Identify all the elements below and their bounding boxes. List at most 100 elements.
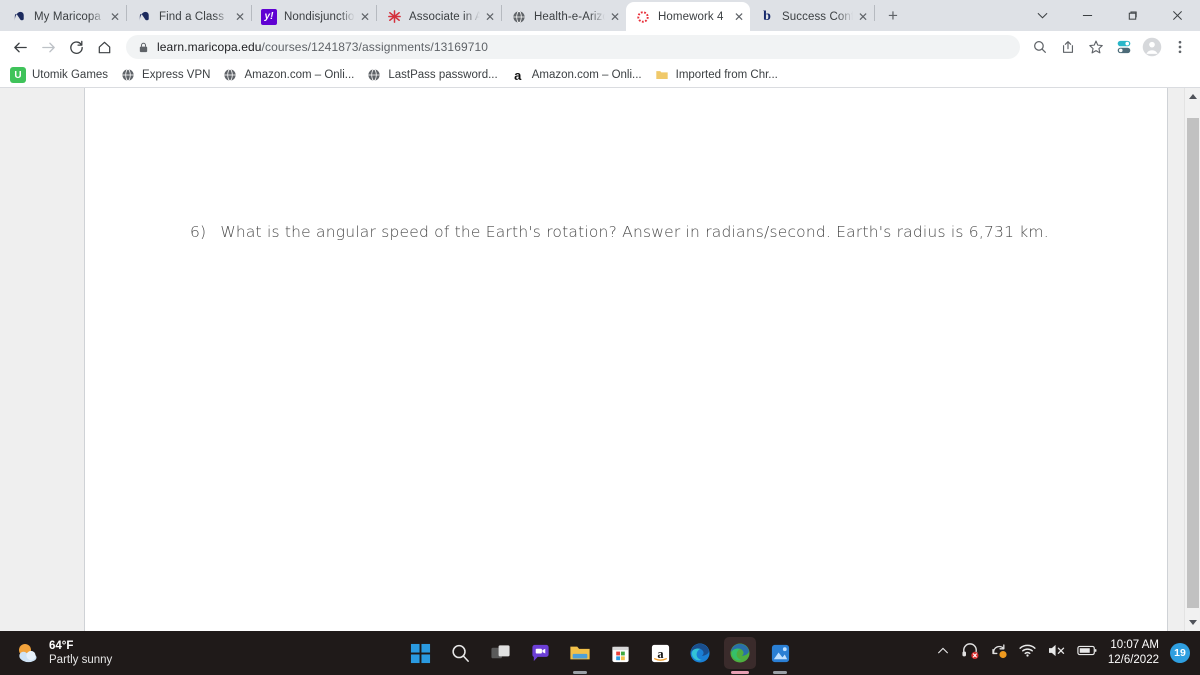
maximize-button[interactable] [1110, 0, 1155, 31]
globe-icon [366, 67, 382, 83]
globe-icon [120, 67, 136, 83]
bookmark-label: Amazon.com – Onli... [244, 69, 355, 81]
clock-time: 10:07 AM [1110, 639, 1159, 652]
home-button[interactable] [90, 33, 118, 61]
bookmark-utomik-games[interactable]: U Utomik Games [6, 65, 116, 85]
browser-tab-label: Nondisjunction o [284, 10, 355, 23]
bookmark-folder-imported[interactable]: Imported from Chr... [650, 65, 786, 85]
volume-muted-icon[interactable] [1047, 643, 1066, 663]
minimize-button[interactable] [1065, 0, 1110, 31]
bookmark-amazon-2[interactable]: a Amazon.com – Onli... [506, 65, 650, 85]
maricopa-icon [11, 9, 27, 25]
question-body: What is the angular speed of the Earth's… [220, 223, 1049, 241]
back-button[interactable] [6, 33, 34, 61]
amazon-app-button[interactable]: a [644, 637, 676, 669]
browser-tab-label: Success Confirma [782, 10, 853, 23]
close-icon[interactable]: ✕ [357, 9, 373, 25]
battery-icon[interactable] [1077, 644, 1097, 662]
utomik-icon: U [10, 67, 26, 83]
url-path: /courses/1241873/assignments/13169710 [261, 40, 489, 54]
close-icon[interactable]: ✕ [232, 9, 248, 25]
browser-tab-0[interactable]: My Maricopa | M ✕ [2, 2, 126, 31]
close-icon[interactable]: ✕ [607, 9, 623, 25]
question-text-line: 6) What is the angular speed of the Earth… [190, 219, 1070, 246]
question-number: 6) [190, 223, 207, 241]
scroll-down-arrow-icon[interactable] [1185, 614, 1200, 631]
clock-date: 12/6/2022 [1107, 654, 1159, 666]
folder-icon [654, 67, 670, 83]
browser-tab-label: Health-e-Arizona [534, 10, 605, 23]
profile-avatar-icon[interactable] [1138, 33, 1166, 61]
edge-button[interactable] [684, 637, 716, 669]
page-left-margin [0, 88, 84, 631]
file-explorer-button[interactable] [564, 637, 596, 674]
browser-tab-label: My Maricopa | M [34, 10, 105, 23]
close-icon[interactable]: ✕ [482, 9, 498, 25]
weather-widget[interactable]: 64°F Partly sunny [0, 639, 112, 668]
notification-badge[interactable]: 19 [1170, 643, 1190, 663]
browser-tab-4[interactable]: Health-e-Arizona ✕ [502, 2, 626, 31]
taskbar-clock[interactable]: 10:07 AM 12/6/2022 [1108, 638, 1159, 668]
search-button[interactable] [444, 637, 476, 669]
close-icon[interactable]: ✕ [855, 9, 871, 25]
browser-tab-2[interactable]: y! Nondisjunction o ✕ [252, 2, 376, 31]
three-dot-menu-icon[interactable] [1166, 33, 1194, 61]
app-active-indicator [731, 671, 749, 674]
bookmark-amazon-1[interactable]: Amazon.com – Onli... [218, 65, 362, 85]
browser-toolbar: learn.maricopa.edu/courses/1241873/assig… [0, 31, 1200, 63]
bookmark-label: Utomik Games [32, 69, 109, 81]
scrollbar-thumb[interactable] [1186, 118, 1199, 608]
scrollbar-track[interactable] [1185, 105, 1200, 614]
browser-tab-3[interactable]: Associate in Arts, ✕ [377, 2, 501, 31]
tab-search-icon[interactable] [1020, 0, 1065, 31]
bookmark-label: LastPass password... [388, 69, 498, 81]
extension-icon[interactable] [1110, 33, 1138, 61]
b-icon: b [763, 8, 771, 24]
canvas-loading-icon [635, 9, 651, 25]
bookmark-label: Express VPN [142, 69, 211, 81]
microsoft-store-button[interactable] [604, 637, 636, 669]
browser-tab-5-active[interactable]: Homework 4 ✕ [626, 2, 750, 31]
browser-tab-1[interactable]: Find a Class ✕ [127, 2, 251, 31]
address-bar[interactable]: learn.maricopa.edu/courses/1241873/assig… [126, 35, 1020, 59]
tab-strip: My Maricopa | M ✕ Find a Class ✕ y! Nond… [0, 0, 1200, 31]
chevron-up-icon[interactable] [936, 644, 950, 663]
weather-text: 64°F Partly sunny [49, 639, 112, 668]
start-button[interactable] [404, 637, 436, 669]
sync-pending-icon[interactable] [990, 642, 1008, 664]
starburst-icon [386, 9, 402, 25]
photos-button[interactable] [764, 637, 796, 674]
task-view-button[interactable] [484, 637, 516, 669]
browser-window: My Maricopa | M ✕ Find a Class ✕ y! Nond… [0, 0, 1200, 631]
tab-separator [874, 4, 875, 21]
close-icon[interactable]: ✕ [107, 9, 123, 25]
close-window-button[interactable] [1155, 0, 1200, 31]
bookmark-label: Imported from Chr... [675, 69, 778, 81]
new-tab-button[interactable]: + [879, 2, 907, 30]
question-block: 6) What is the angular speed of the Earth… [190, 219, 1070, 246]
reload-button[interactable] [62, 33, 90, 61]
forward-button[interactable] [34, 33, 62, 61]
bookmark-star-icon[interactable] [1082, 33, 1110, 61]
app-running-indicator [773, 671, 787, 674]
zoom-search-icon[interactable] [1026, 33, 1054, 61]
page-right-margin [1168, 88, 1184, 631]
wifi-icon[interactable] [1019, 643, 1036, 663]
browser-tab-label: Associate in Arts, [409, 10, 480, 23]
headset-muted-icon[interactable] [961, 642, 979, 664]
vertical-scrollbar[interactable] [1184, 88, 1200, 631]
chat-button[interactable] [524, 637, 556, 669]
share-icon[interactable] [1054, 33, 1082, 61]
bookmark-label: Amazon.com – Onli... [531, 69, 642, 81]
app-running-indicator [573, 671, 587, 674]
bookmark-express-vpn[interactable]: Express VPN [116, 65, 218, 85]
bookmark-lastpass[interactable]: LastPass password... [362, 65, 505, 85]
system-tray: 10:07 AM 12/6/2022 19 [936, 638, 1200, 668]
close-icon[interactable]: ✕ [731, 9, 747, 25]
globe-icon [222, 67, 238, 83]
toolbar-right-actions [1026, 33, 1194, 61]
scroll-up-arrow-icon[interactable] [1185, 88, 1200, 105]
globe-icon [511, 9, 527, 25]
browser-tab-6[interactable]: b Success Confirma ✕ [750, 2, 874, 31]
edge-active-button[interactable] [724, 637, 756, 674]
